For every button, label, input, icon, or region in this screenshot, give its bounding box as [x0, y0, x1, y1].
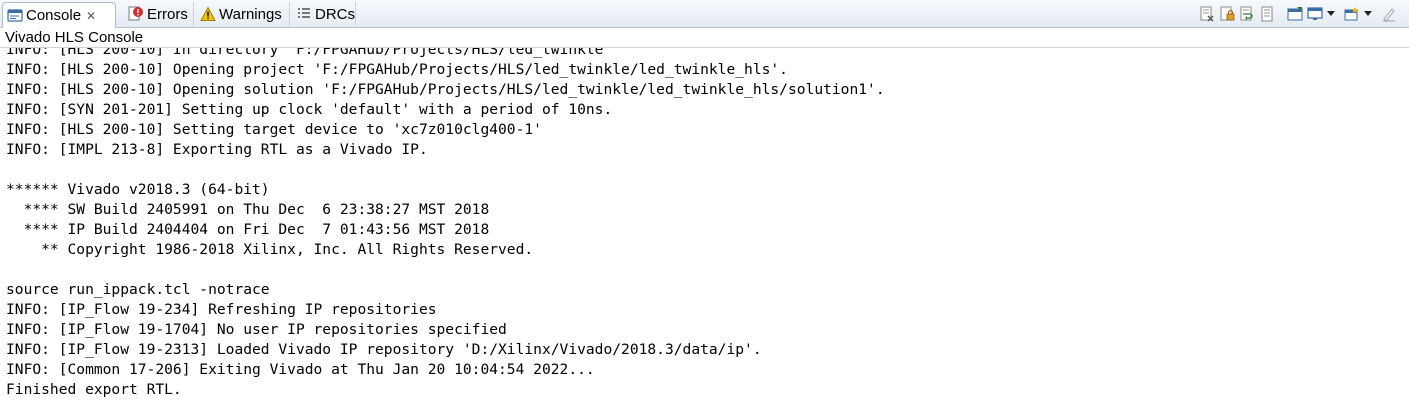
console-line: INFO: [SYN 201-201] Setting up clock 'de… — [6, 101, 613, 118]
show-console-icon[interactable] — [1258, 6, 1275, 23]
errors-icon — [128, 6, 144, 22]
tab-label: DRCs — [315, 5, 355, 23]
close-icon[interactable]: ✕ — [86, 9, 96, 23]
console-line: INFO: [IP_Flow 19-1704] No user IP repos… — [6, 321, 507, 338]
warnings-icon — [200, 6, 216, 22]
chevron-down-icon[interactable] — [1363, 6, 1372, 23]
console-line: **** IP Build 2404404 on Fri Dec 7 01:43… — [6, 221, 490, 238]
chevron-down-icon[interactable] — [1326, 6, 1335, 23]
pin-console-icon[interactable] — [1286, 6, 1303, 23]
word-wrap-icon[interactable] — [1238, 6, 1255, 23]
console-output[interactable]: INFO: [HLS 200-10] In directory 'F:/FPGA… — [0, 48, 1409, 408]
console-line: ****** Vivado v2018.3 (64-bit) — [6, 181, 270, 198]
scroll-lock-icon[interactable] — [1218, 6, 1235, 23]
drcs-icon — [296, 6, 312, 22]
console-line: INFO: [HLS 200-10] Setting target device… — [6, 121, 542, 138]
tab-label: Errors — [147, 5, 188, 23]
console-line: source run_ippack.tcl -notrace — [6, 281, 270, 298]
clear-console-icon[interactable] — [1198, 6, 1215, 23]
console-text: INFO: [HLS 200-10] In directory 'F:/FPGA… — [6, 48, 885, 400]
console-line: INFO: [HLS 200-10] In directory 'F:/FPGA… — [6, 48, 613, 58]
tab-console[interactable]: Console ✕ — [2, 2, 116, 28]
display-console-icon[interactable] — [1306, 6, 1323, 23]
console-icon — [7, 8, 23, 24]
tab-warnings[interactable]: Warnings — [196, 2, 290, 26]
console-toolbar — [1198, 4, 1397, 24]
tab-label: Console — [26, 7, 82, 24]
tab-label: Warnings — [219, 5, 282, 23]
view-tab-bar: Console ✕ Errors Warnings DRCs — [0, 0, 1409, 28]
console-line: INFO: [IMPL 213-8] Exporting RTL as a Vi… — [6, 141, 428, 158]
console-line: INFO: [HLS 200-10] Opening project 'F:/F… — [6, 61, 788, 78]
console-line: INFO: [Common 17-206] Exiting Vivado at … — [6, 361, 595, 378]
console-line: Finished export RTL. — [6, 381, 182, 398]
tab-drcs[interactable]: DRCs — [292, 2, 356, 26]
console-line: **** SW Build 2405991 on Thu Dec 6 23:38… — [6, 201, 490, 218]
open-console-icon[interactable] — [1343, 6, 1360, 23]
console-title: Vivado HLS Console — [0, 28, 1409, 48]
console-line: ** Copyright 1986-2018 Xilinx, Inc. All … — [6, 241, 534, 258]
tab-errors[interactable]: Errors — [124, 2, 194, 26]
console-line: INFO: [IP_Flow 19-2313] Loaded Vivado IP… — [6, 341, 762, 358]
console-line: INFO: [IP_Flow 19-234] Refreshing IP rep… — [6, 301, 437, 318]
minimize-icon[interactable] — [1380, 6, 1397, 23]
console-line: INFO: [HLS 200-10] Opening solution 'F:/… — [6, 81, 885, 98]
